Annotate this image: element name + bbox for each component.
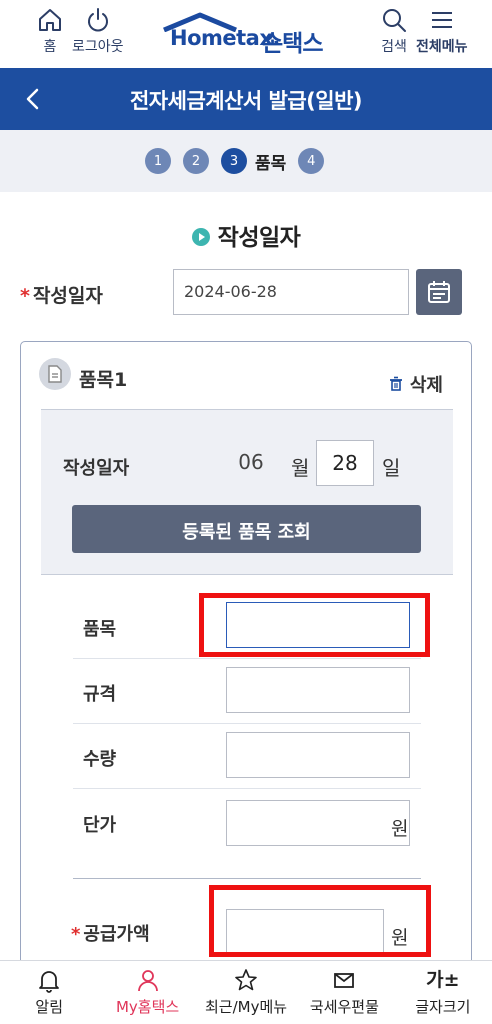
unit-price-input[interactable] bbox=[226, 800, 410, 846]
registered-item-lookup-button[interactable]: 등록된 품목 조회 bbox=[72, 505, 421, 553]
nav-my-hometax[interactable]: My홈택스 bbox=[98, 961, 196, 1024]
nav-alerts[interactable]: 알림 bbox=[0, 961, 98, 1024]
highlight-item-name bbox=[199, 593, 430, 657]
calendar-button[interactable] bbox=[416, 269, 462, 315]
nav-recent-menu[interactable]: 최근/My메뉴 bbox=[197, 961, 295, 1024]
card-date-label: 작성일자 bbox=[63, 458, 130, 479]
row-divider bbox=[73, 788, 421, 789]
month-unit: 월 bbox=[291, 456, 310, 480]
spec-label: 규격 bbox=[83, 684, 117, 705]
section-title: 작성일자 bbox=[0, 218, 492, 252]
trash-icon bbox=[389, 376, 402, 391]
day-unit: 일 bbox=[382, 456, 401, 480]
card-title: 품목1 bbox=[79, 369, 128, 391]
document-icon bbox=[39, 358, 71, 390]
logo-kr: 손택스 bbox=[262, 31, 323, 57]
step-indicator: 1 2 3 품목 4 bbox=[0, 130, 492, 192]
menu-label: 전체메뉴 bbox=[416, 39, 468, 55]
menu-button[interactable]: 전체메뉴 bbox=[416, 6, 468, 56]
hometax-logo[interactable]: Hometax. 손택스 bbox=[160, 12, 336, 57]
calendar-icon bbox=[428, 281, 450, 303]
section-divider bbox=[73, 878, 421, 879]
font-size-icon: 가± bbox=[426, 969, 460, 991]
home-button[interactable]: 홈 bbox=[36, 6, 64, 56]
supply-amount-label-text: 공급가액 bbox=[83, 924, 150, 945]
page-title: 전자세금계산서 발급(일반) bbox=[129, 89, 363, 113]
unit-price-label: 단가 bbox=[83, 815, 117, 836]
step-2[interactable]: 2 bbox=[183, 148, 209, 174]
day-input[interactable]: 28 bbox=[316, 440, 374, 486]
hamburger-icon bbox=[431, 12, 452, 28]
required-mark: * bbox=[71, 924, 81, 945]
step-3-active[interactable]: 3 bbox=[221, 148, 247, 174]
nav-recent-label: 최근/My메뉴 bbox=[204, 998, 288, 1016]
supply-amount-label: * 공급가액 bbox=[71, 920, 150, 946]
spec-input[interactable] bbox=[226, 667, 410, 713]
bottom-nav: 알림 My홈택스 최근/My메뉴 국세우편물 가± 글자크기 bbox=[0, 960, 492, 1024]
home-icon bbox=[39, 9, 61, 31]
search-button[interactable]: 검색 bbox=[380, 6, 408, 56]
delete-label: 삭제 bbox=[409, 375, 443, 396]
step-active-label: 품목 bbox=[255, 153, 287, 174]
logout-button[interactable]: 로그아웃 bbox=[72, 6, 124, 56]
step-4[interactable]: 4 bbox=[298, 148, 325, 174]
nav-mail-label: 국세우편물 bbox=[309, 998, 379, 1016]
search-icon bbox=[383, 9, 406, 32]
person-icon bbox=[137, 970, 158, 992]
delete-button[interactable]: 삭제 bbox=[388, 371, 443, 397]
date-label-text: 작성일자 bbox=[32, 285, 103, 307]
search-label: 검색 bbox=[381, 39, 407, 55]
item-name-label: 품목 bbox=[83, 619, 117, 640]
bell-icon bbox=[39, 971, 60, 993]
quantity-label: 수량 bbox=[83, 749, 117, 770]
nav-font-size-label: 글자크기 bbox=[415, 998, 471, 1016]
month-field: 06 bbox=[225, 440, 277, 486]
nav-my-hometax-label: My홈택스 bbox=[115, 998, 180, 1016]
row-divider bbox=[73, 658, 421, 659]
logout-label: 로그아웃 bbox=[72, 39, 124, 55]
title-bar: 전자세금계산서 발급(일반) bbox=[0, 68, 492, 130]
play-bullet-icon bbox=[191, 227, 210, 246]
star-icon bbox=[235, 969, 257, 991]
nav-font-size[interactable]: 가± 글자크기 bbox=[394, 961, 492, 1024]
nav-tax-mail[interactable]: 국세우편물 bbox=[295, 961, 393, 1024]
nav-alerts-label: 알림 bbox=[35, 998, 63, 1016]
row-divider bbox=[73, 723, 421, 724]
home-label: 홈 bbox=[43, 39, 57, 55]
date-input[interactable]: 2024-06-28 bbox=[173, 269, 409, 315]
quantity-input[interactable] bbox=[226, 732, 410, 778]
power-icon bbox=[87, 8, 108, 32]
unit-price-won: 원 bbox=[391, 818, 409, 840]
highlight-supply-amount bbox=[209, 885, 431, 957]
required-mark: * bbox=[20, 285, 30, 307]
top-bar: 홈 로그아웃 Hometax. 손택스 검색 전체메뉴 bbox=[0, 0, 492, 68]
mail-icon bbox=[334, 973, 355, 988]
section-title-text: 작성일자 bbox=[217, 225, 301, 251]
step-1[interactable]: 1 bbox=[145, 148, 171, 174]
date-label: * 작성일자 bbox=[20, 281, 103, 308]
